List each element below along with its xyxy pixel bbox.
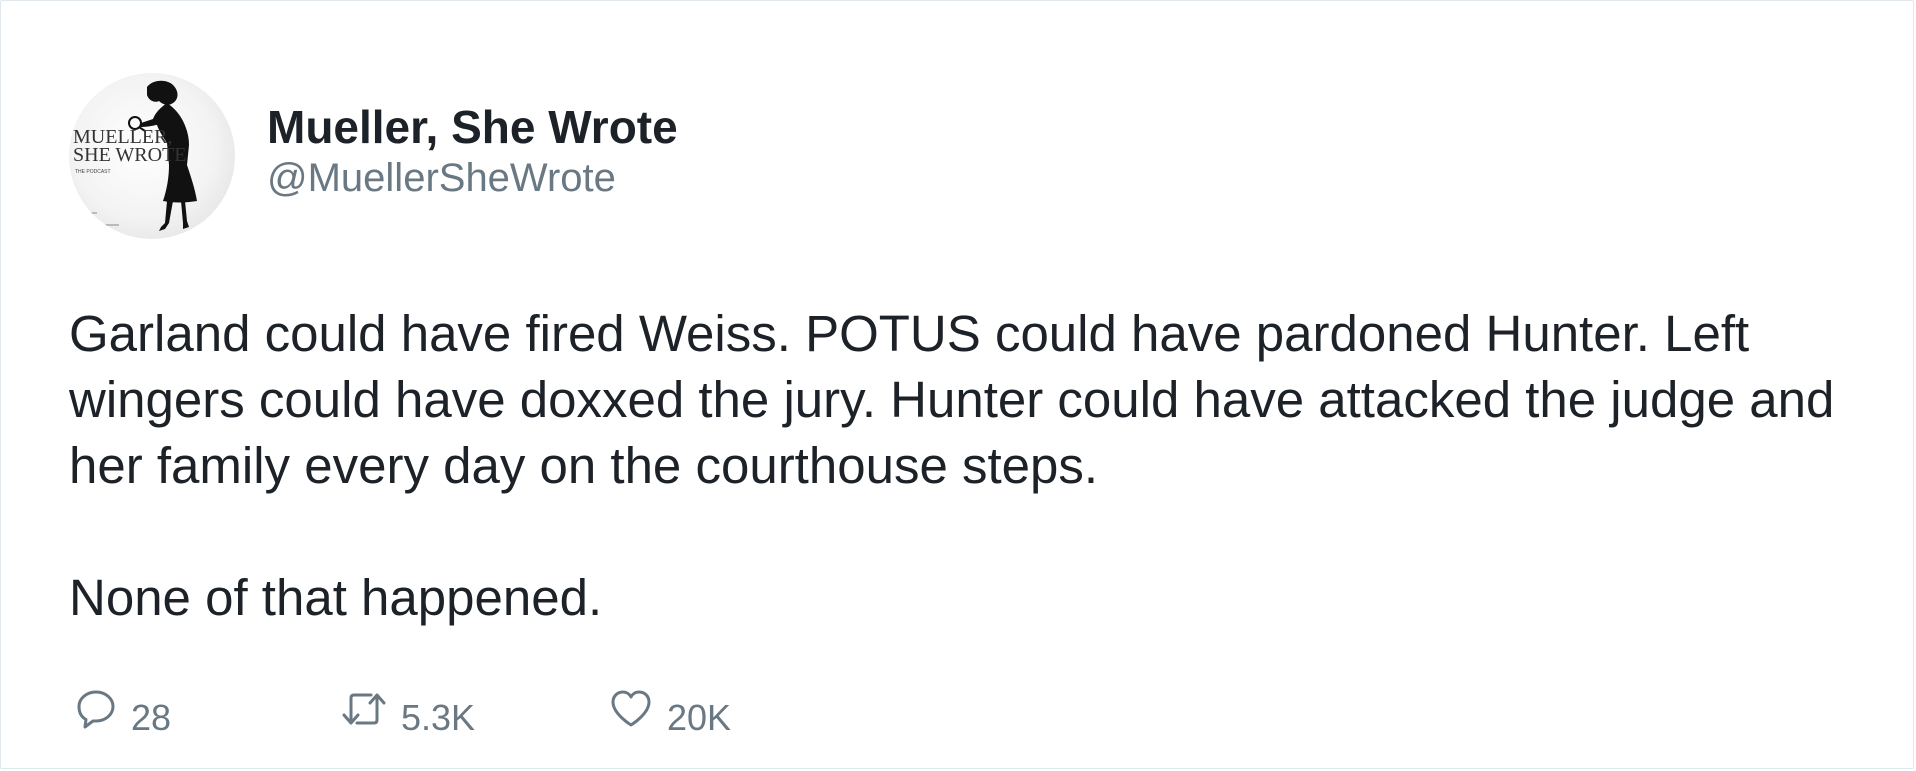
retweet-icon [342, 693, 386, 725]
author-names: Mueller, She Wrote @MuellerSheWrote [267, 100, 678, 202]
author-handle[interactable]: @MuellerSheWrote [267, 154, 678, 202]
avatar-text-line3: THE PODCAST [75, 169, 111, 175]
tweet-actions: 28 5.3K 20K [75, 679, 809, 739]
tweet-text-paragraph: None of that happened. [69, 569, 603, 626]
like-count: 20K [667, 697, 732, 738]
tweet-text: Garland could have fired Weiss. POTUS co… [69, 301, 1869, 631]
retweet-button[interactable]: 5.3K [341, 679, 609, 739]
reply-count: 28 [131, 697, 172, 738]
avatar-text-line2: SHE WROTE [73, 144, 187, 166]
tweet-header: MUELLER, SHE WROTE THE PODCAST Mueller, … [69, 73, 678, 239]
retweet-count: 5.3K [401, 697, 476, 738]
like-button[interactable]: 20K [609, 679, 809, 739]
avatar[interactable]: MUELLER, SHE WROTE THE PODCAST [69, 73, 235, 239]
author-display-name[interactable]: Mueller, She Wrote [267, 100, 678, 154]
reply-icon [77, 690, 115, 729]
reply-button[interactable]: 28 [75, 679, 341, 739]
heart-icon [611, 690, 651, 727]
tweet-card[interactable]: MUELLER, SHE WROTE THE PODCAST Mueller, … [0, 0, 1914, 769]
tweet-text-paragraph: Garland could have fired Weiss. POTUS co… [69, 305, 1835, 494]
avatar-logo-image: MUELLER, SHE WROTE THE PODCAST [73, 80, 197, 231]
